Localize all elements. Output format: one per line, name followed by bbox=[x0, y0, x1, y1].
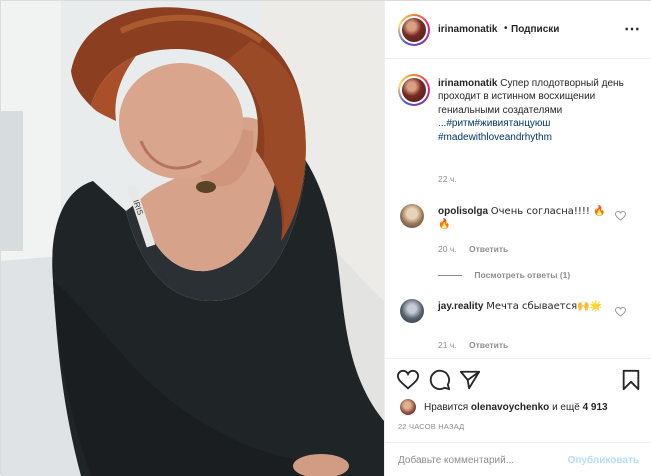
comment-icon[interactable] bbox=[429, 369, 451, 391]
view-replies-button[interactable]: Посмотреть ответы (1) bbox=[438, 270, 570, 280]
post-dialog: IRIS irinamonatik • Подписки ⋯ irinamona… bbox=[0, 0, 651, 476]
comment-text: jay.reality Мечта сбывается🙌🌟 bbox=[438, 300, 608, 313]
commenter-avatar[interactable] bbox=[400, 299, 424, 323]
separator-dot: • bbox=[504, 23, 508, 34]
view-replies-label[interactable]: Посмотреть ответы (1) bbox=[474, 270, 570, 280]
photo-illustration: IRIS bbox=[1, 1, 384, 476]
comment-text: opolisolga Очень согласна!!!! 🔥🔥 bbox=[438, 205, 608, 231]
author-username[interactable]: irinamonatik bbox=[438, 24, 497, 35]
comment-meta: 21 ч. Ответить bbox=[438, 340, 508, 350]
reply-button[interactable]: Ответить bbox=[469, 340, 508, 350]
post-timestamp: 22 ЧАСОВ НАЗАД bbox=[398, 422, 465, 431]
following-button[interactable]: Подписки bbox=[511, 24, 559, 35]
commenter-username[interactable]: opolisolga bbox=[438, 206, 488, 217]
comment-meta: 20 ч. Ответить bbox=[438, 244, 508, 254]
comment-body: Мечта сбывается🙌🌟 bbox=[486, 301, 602, 312]
comments-section[interactable]: irinamonatik Супер плодотворный день про… bbox=[385, 60, 651, 358]
likes-middle: и ещё bbox=[552, 401, 580, 413]
commenter-avatar[interactable] bbox=[400, 204, 424, 228]
comment-like-icon[interactable] bbox=[615, 307, 626, 317]
post-sidebar: irinamonatik • Подписки ⋯ irinamonatik С… bbox=[384, 1, 651, 476]
action-bar: Нравится olenavoychenko и ещё 4 913 22 Ч… bbox=[385, 358, 651, 442]
comment-input[interactable]: Добавьте комментарий... bbox=[398, 455, 514, 466]
share-icon[interactable] bbox=[459, 369, 481, 391]
more-options-icon[interactable]: ⋯ bbox=[624, 19, 641, 39]
hashtag-link[interactable]: #madewithloveandrhythm bbox=[438, 131, 646, 144]
caption-username[interactable]: irinamonatik bbox=[438, 78, 497, 89]
liker-username[interactable]: olenavoychenko bbox=[471, 402, 549, 413]
comment-time: 21 ч. bbox=[438, 340, 457, 350]
caption-time: 22 ч. bbox=[438, 174, 457, 184]
heart-icon[interactable] bbox=[397, 369, 419, 391]
post-photo[interactable]: IRIS bbox=[1, 1, 384, 476]
reply-button[interactable]: Ответить bbox=[469, 244, 508, 254]
likes-prefix: Нравится bbox=[424, 401, 469, 413]
comment-like-icon[interactable] bbox=[615, 211, 626, 221]
likes-count[interactable]: 4 913 bbox=[583, 402, 608, 413]
comment-time: 20 ч. bbox=[438, 244, 457, 254]
hashtag-link[interactable]: ...#ритм#живиятанцуюш bbox=[438, 117, 646, 130]
caption-avatar[interactable] bbox=[398, 74, 430, 106]
caption-text: irinamonatik Супер плодотворный день про… bbox=[438, 77, 646, 144]
bookmark-icon[interactable] bbox=[620, 369, 642, 391]
add-comment-bar: Добавьте комментарий... Опубликовать bbox=[385, 442, 651, 476]
commenter-username[interactable]: jay.reality bbox=[438, 301, 483, 312]
liker-avatar bbox=[400, 399, 416, 415]
publish-button[interactable]: Опубликовать bbox=[568, 455, 639, 466]
post-header: irinamonatik • Подписки ⋯ bbox=[385, 1, 651, 59]
replies-divider bbox=[438, 275, 462, 277]
author-avatar[interactable] bbox=[398, 14, 430, 46]
likes-summary[interactable]: Нравится olenavoychenko и ещё 4 913 bbox=[400, 399, 608, 415]
